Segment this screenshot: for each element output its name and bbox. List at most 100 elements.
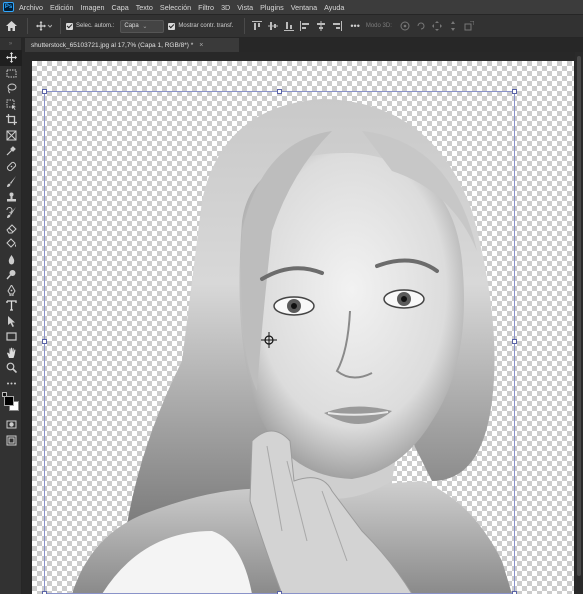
tool-crop[interactable] bbox=[0, 112, 22, 128]
align-vertical-center-icon bbox=[268, 22, 279, 30]
lasso-tool-icon bbox=[7, 83, 16, 94]
scrollbar-thumb[interactable] bbox=[577, 56, 581, 576]
auto-select-label: Selec. autom.: bbox=[76, 23, 115, 29]
menu-plugins[interactable]: Plugins bbox=[260, 3, 284, 12]
menu-filtro[interactable]: Filtro bbox=[198, 3, 214, 12]
align-bottom-icon bbox=[284, 22, 295, 31]
move-tool-preset-button[interactable] bbox=[33, 17, 55, 35]
transform-handle[interactable] bbox=[42, 89, 47, 94]
dropdown-value: Capa bbox=[124, 23, 139, 29]
menu-3d[interactable]: 3D bbox=[221, 3, 230, 12]
eraser-tool-icon bbox=[5, 224, 17, 234]
document-canvas[interactable] bbox=[32, 61, 574, 594]
menu-ventana[interactable]: Ventana bbox=[291, 3, 317, 12]
home-button[interactable] bbox=[0, 15, 22, 37]
orbit-3d-button[interactable] bbox=[398, 19, 412, 33]
pan-3d-button[interactable] bbox=[430, 19, 444, 33]
align-vcenter-button[interactable] bbox=[266, 19, 280, 33]
align-horizontal-center-icon bbox=[317, 21, 326, 31]
home-icon bbox=[5, 21, 17, 31]
align-top-icon bbox=[252, 21, 263, 30]
align-bottom-button[interactable] bbox=[282, 19, 296, 33]
tool-paint-bucket[interactable] bbox=[0, 236, 22, 252]
auto-select-target-dropdown[interactable]: Capa ⌄ bbox=[120, 19, 165, 33]
frame-tool-icon bbox=[6, 130, 16, 141]
more-options-button[interactable]: ••• bbox=[350, 21, 359, 31]
tool-brush[interactable] bbox=[0, 174, 22, 190]
align-left-icon bbox=[300, 21, 310, 31]
show-transform-label: Mostrar contr. transf. bbox=[178, 23, 234, 29]
tool-type[interactable] bbox=[0, 298, 22, 314]
tool-history-brush[interactable] bbox=[0, 205, 22, 221]
tool-blur[interactable] bbox=[0, 252, 22, 268]
tool-hand[interactable] bbox=[0, 345, 22, 361]
brush-tool-icon bbox=[6, 176, 16, 188]
align-top-button[interactable] bbox=[250, 19, 264, 33]
slide-3d-icon bbox=[450, 21, 455, 31]
canvas-area[interactable] bbox=[22, 52, 583, 594]
scale-3d-icon bbox=[464, 21, 474, 31]
align-left-button[interactable] bbox=[298, 19, 312, 33]
menu-seleccion[interactable]: Selección bbox=[160, 3, 191, 12]
tool-lasso[interactable] bbox=[0, 81, 22, 97]
tool-healing-brush[interactable] bbox=[0, 159, 22, 175]
hand-tool-icon bbox=[6, 347, 15, 358]
show-transform-controls-checkbox[interactable]: Mostrar contr. transf. bbox=[168, 22, 234, 30]
menu-vista[interactable]: Vista bbox=[237, 3, 253, 12]
vertical-scrollbar[interactable] bbox=[575, 52, 583, 594]
tool-clone-stamp[interactable] bbox=[0, 190, 22, 206]
auto-select-checkbox[interactable]: Selec. autom.: bbox=[66, 22, 115, 30]
zoom-tool-icon bbox=[6, 362, 17, 374]
quick-mask-icon bbox=[6, 420, 16, 429]
menu-bar: Ps Archivo Edición Imagen Capa Texto Sel… bbox=[0, 0, 583, 14]
transform-handle[interactable] bbox=[512, 89, 517, 94]
panel-collapse-icon[interactable]: » bbox=[0, 38, 21, 50]
tool-pen[interactable] bbox=[0, 283, 22, 299]
dodge-tool-icon bbox=[5, 270, 15, 280]
tool-object-select[interactable] bbox=[0, 97, 22, 113]
slide-3d-button[interactable] bbox=[446, 19, 460, 33]
tool-zoom[interactable] bbox=[0, 360, 22, 376]
options-bar: Selec. autom.: Capa ⌄ Mostrar contr. tra… bbox=[0, 14, 583, 38]
tool-eraser[interactable] bbox=[0, 221, 22, 237]
marquee-tool-icon bbox=[6, 69, 16, 78]
type-tool-icon bbox=[5, 300, 17, 311]
align-hcenter-button[interactable] bbox=[314, 19, 328, 33]
roll-3d-button[interactable] bbox=[414, 19, 428, 33]
menu-imagen[interactable]: Imagen bbox=[81, 3, 105, 12]
tool-path-select[interactable] bbox=[0, 314, 22, 330]
blur-tool-icon bbox=[8, 254, 14, 265]
close-icon[interactable]: × bbox=[199, 42, 203, 49]
document-tab[interactable]: shutterstock_65103721.jpg al 17,7% (Capa… bbox=[25, 38, 239, 52]
scale-3d-button[interactable] bbox=[462, 19, 476, 33]
align-right-button[interactable] bbox=[330, 19, 344, 33]
transform-handle[interactable] bbox=[42, 339, 47, 344]
transform-handle[interactable] bbox=[512, 339, 517, 344]
menu-edicion[interactable]: Edición bbox=[50, 3, 74, 12]
mode-3d-label: Modo 3D: bbox=[365, 23, 392, 29]
transform-handle[interactable] bbox=[277, 89, 282, 94]
transform-bounding-box[interactable] bbox=[42, 89, 517, 594]
screen-mode-icon bbox=[6, 435, 16, 446]
tool-more[interactable] bbox=[0, 376, 22, 392]
menu-archivo[interactable]: Archivo bbox=[19, 3, 43, 12]
crop-tool-icon bbox=[5, 114, 17, 126]
tool-screen-mode[interactable] bbox=[0, 433, 22, 449]
tool-eyedropper[interactable] bbox=[0, 143, 22, 159]
object-select-tool-icon bbox=[6, 99, 16, 110]
menu-texto[interactable]: Texto bbox=[136, 3, 153, 12]
tool-rectangle[interactable] bbox=[0, 329, 22, 345]
orbit-3d-icon bbox=[400, 21, 410, 31]
path-select-tool-icon bbox=[7, 315, 15, 327]
tool-dodge[interactable] bbox=[0, 267, 22, 283]
foreground-color-swatch[interactable] bbox=[4, 396, 14, 406]
menu-ayuda[interactable]: Ayuda bbox=[324, 3, 344, 12]
tool-marquee[interactable] bbox=[0, 66, 22, 82]
color-swatches[interactable] bbox=[0, 391, 22, 417]
tool-quick-mask[interactable] bbox=[0, 417, 22, 433]
menu-capa[interactable]: Capa bbox=[112, 3, 129, 12]
tool-move[interactable] bbox=[0, 50, 22, 66]
rectangle-tool-icon bbox=[5, 332, 17, 341]
tool-frame[interactable] bbox=[0, 128, 22, 144]
tools-panel: » bbox=[0, 38, 22, 594]
